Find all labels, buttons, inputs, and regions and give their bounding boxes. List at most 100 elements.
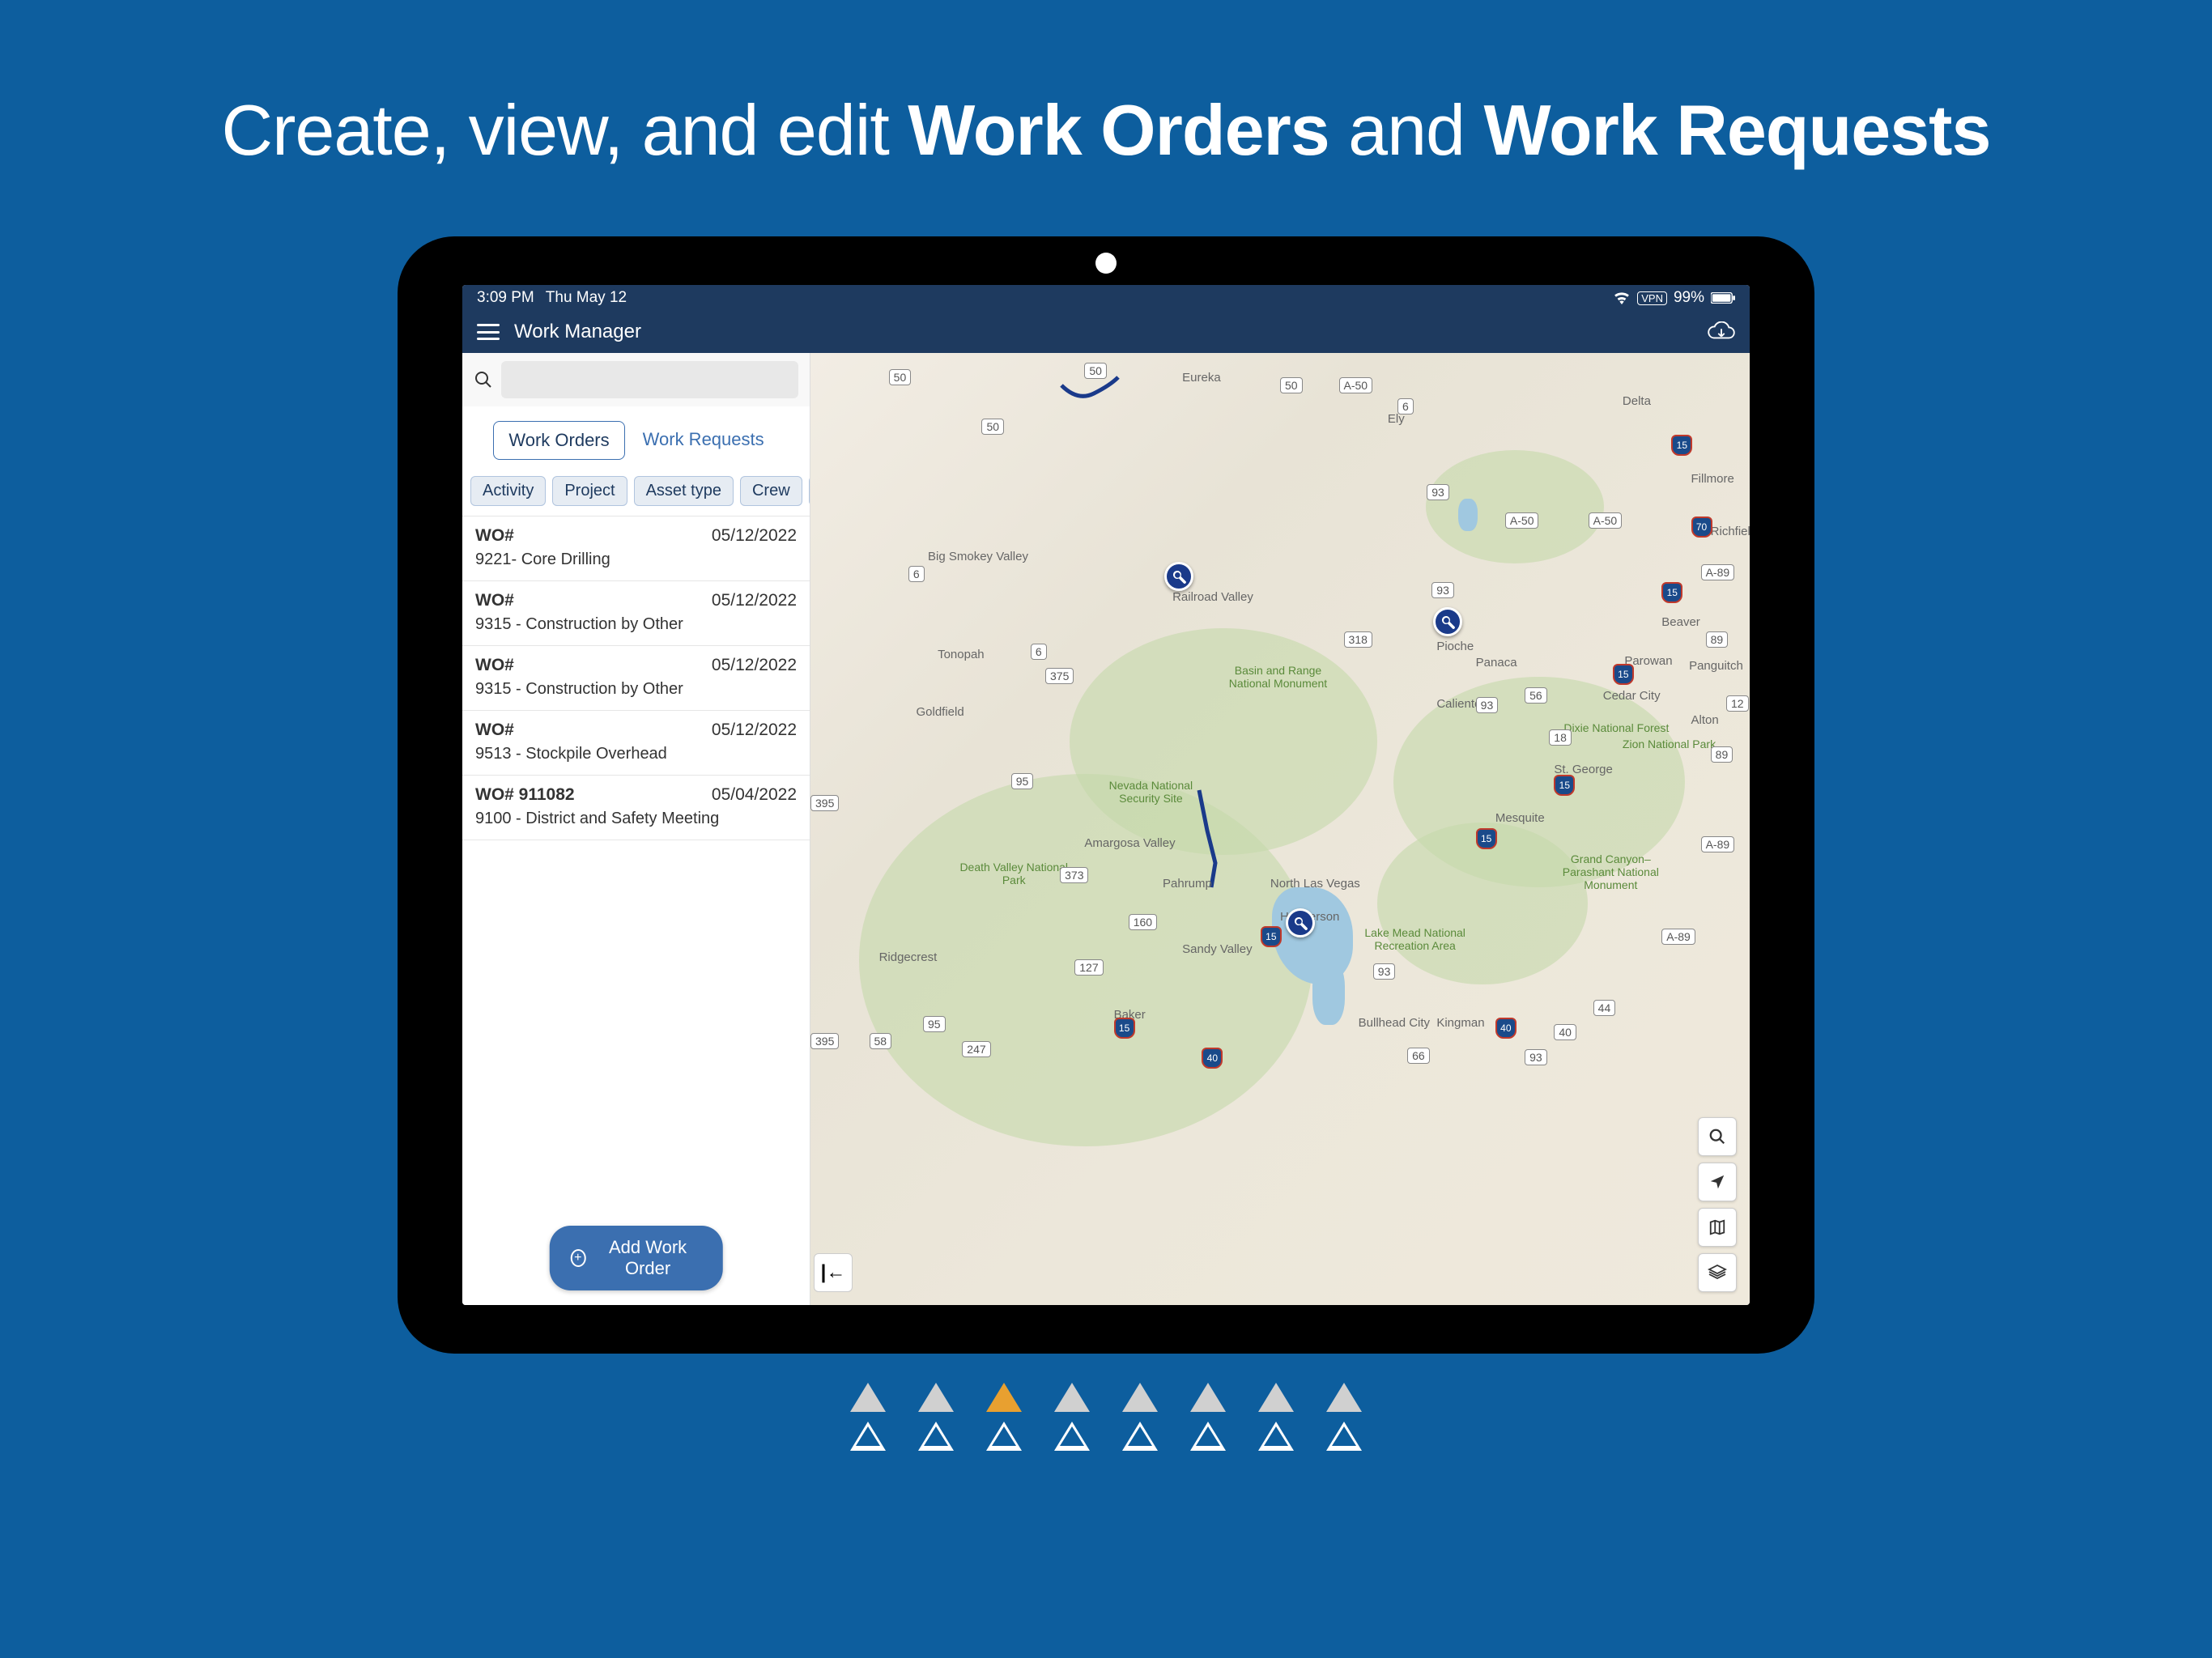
page-indicator[interactable]: [1326, 1422, 1362, 1451]
route-shield: 66: [1407, 1048, 1430, 1064]
city-label: Amargosa Valley: [1084, 836, 1175, 850]
wo-description: 9221- Core Drilling: [475, 551, 797, 569]
route-shield: A-50: [1589, 512, 1623, 529]
route-shield: 6: [1031, 644, 1047, 660]
page-indicator[interactable]: [1190, 1422, 1226, 1451]
route-shield: 375: [1045, 668, 1074, 684]
status-time: 3:09 PM: [477, 289, 534, 307]
map-locate-button[interactable]: [1698, 1163, 1737, 1201]
filter-chip-asset-type[interactable]: Asset type: [634, 476, 734, 506]
map-basemap-button[interactable]: [1698, 1208, 1737, 1247]
city-label: Beaver: [1661, 615, 1700, 629]
collapse-sidebar-button[interactable]: |←: [814, 1253, 853, 1292]
page-indicator[interactable]: [1258, 1383, 1294, 1412]
page-indicator[interactable]: [986, 1422, 1022, 1451]
wo-description: 9315 - Construction by Other: [475, 680, 797, 699]
work-order-item[interactable]: WO# 911082 05/04/2022 9100 - District an…: [462, 775, 810, 840]
city-label: Big Smokey Valley: [928, 550, 1028, 563]
work-order-item[interactable]: WO# 05/12/2022 9315 - Construction by Ot…: [462, 580, 810, 645]
route-shield: 93: [1476, 697, 1499, 713]
map-search-button[interactable]: [1698, 1117, 1737, 1156]
battery-icon: [1711, 292, 1735, 304]
route-shield: 40: [1554, 1024, 1576, 1040]
add-work-order-button[interactable]: + Add Work Order: [549, 1226, 723, 1290]
status-date: Thu May 12: [546, 289, 627, 307]
city-label: Fillmore: [1691, 472, 1734, 486]
interstate-shield: 15: [1476, 828, 1497, 849]
page-indicator[interactable]: [1054, 1422, 1090, 1451]
filter-chip-date[interactable]: Date: [809, 476, 810, 506]
page-indicator[interactable]: [986, 1383, 1022, 1412]
route-shield: A-89: [1661, 929, 1695, 945]
page-indicator[interactable]: [918, 1422, 954, 1451]
filter-chip-activity[interactable]: Activity: [470, 476, 546, 506]
filters-row: ActivityProjectAsset typeCrew Date: [462, 471, 810, 516]
route-shield: 247: [962, 1041, 990, 1057]
work-order-item[interactable]: WO# 05/12/2022 9221- Core Drilling: [462, 516, 810, 580]
route-shield: 93: [1525, 1049, 1547, 1065]
tab-work-requests[interactable]: Work Requests: [628, 421, 779, 460]
search-input[interactable]: [501, 361, 798, 398]
route-shield: 50: [889, 369, 912, 385]
city-label: Pahrump: [1163, 877, 1212, 891]
page-indicator[interactable]: [850, 1383, 886, 1412]
menu-button[interactable]: [477, 324, 500, 340]
page-indicator[interactable]: [918, 1383, 954, 1412]
wo-id: WO#: [475, 526, 514, 546]
interstate-shield: 15: [1554, 775, 1575, 796]
city-label: Goldfield: [917, 705, 964, 719]
route-shield: 160: [1129, 914, 1157, 930]
city-label: Alton: [1691, 713, 1719, 727]
interstate-shield: 15: [1661, 582, 1682, 603]
map-layers-button[interactable]: [1698, 1253, 1737, 1292]
filter-chip-project[interactable]: Project: [552, 476, 627, 506]
page-indicator[interactable]: [1054, 1383, 1090, 1412]
page-indicator[interactable]: [1122, 1383, 1158, 1412]
wo-id: WO#: [475, 656, 514, 675]
route-shield: 93: [1427, 484, 1449, 500]
route-shield: 93: [1431, 582, 1454, 598]
wo-date: 05/04/2022: [712, 785, 797, 805]
wo-date: 05/12/2022: [712, 656, 797, 675]
page-indicators: [0, 1383, 2212, 1412]
work-order-list: WO# 05/12/2022 9221- Core Drilling WO# 0…: [462, 516, 810, 1305]
route-shield: 395: [810, 1033, 839, 1049]
page-indicator[interactable]: [1122, 1422, 1158, 1451]
route-shield: 95: [1011, 773, 1034, 789]
interstate-shield: 70: [1691, 517, 1712, 538]
page-indicator[interactable]: [1190, 1383, 1226, 1412]
work-order-pin[interactable]: [1286, 908, 1315, 937]
city-label: Caliente: [1436, 697, 1481, 711]
park-label: Nevada National Security Site: [1094, 779, 1207, 805]
route-shield: 93: [1373, 963, 1396, 980]
map[interactable]: |← EurekaElyBig Smokey ValleyRailro: [810, 353, 1750, 1305]
route-shield: A-50: [1339, 377, 1373, 393]
city-label: Eureka: [1182, 371, 1221, 385]
wo-description: 9100 - District and Safety Meeting: [475, 810, 797, 828]
work-order-item[interactable]: WO# 05/12/2022 9315 - Construction by Ot…: [462, 645, 810, 710]
route-shield: 318: [1344, 631, 1372, 648]
work-order-pin[interactable]: [1164, 562, 1193, 591]
interstate-shield: 40: [1495, 1018, 1516, 1039]
page-indicator[interactable]: [850, 1422, 886, 1451]
city-label: Pioche: [1436, 640, 1474, 653]
city-label: Sandy Valley: [1182, 942, 1252, 956]
interstate-shield: 15: [1114, 1018, 1135, 1039]
city-label: Kingman: [1436, 1016, 1484, 1030]
tab-work-orders[interactable]: Work Orders: [493, 421, 624, 460]
work-order-item[interactable]: WO# 05/12/2022 9513 - Stockpile Overhead: [462, 710, 810, 775]
city-label: Railroad Valley: [1172, 590, 1253, 604]
wo-id: WO#: [475, 721, 514, 740]
page-indicator[interactable]: [1326, 1383, 1362, 1412]
filter-chip-crew[interactable]: Crew: [740, 476, 802, 506]
cloud-download-icon[interactable]: [1708, 321, 1735, 342]
wo-description: 9513 - Stockpile Overhead: [475, 745, 797, 763]
work-order-pin[interactable]: [1433, 607, 1462, 636]
city-label: Mesquite: [1495, 811, 1545, 825]
page-indicator[interactable]: [1258, 1422, 1294, 1451]
route-shield: 395: [810, 795, 839, 811]
sidebar: Work Orders Work Requests ActivityProjec…: [462, 353, 810, 1305]
route-shield: 58: [870, 1033, 892, 1049]
page-indicators-2: [0, 1422, 2212, 1451]
city-label: Panguitch: [1689, 659, 1743, 673]
